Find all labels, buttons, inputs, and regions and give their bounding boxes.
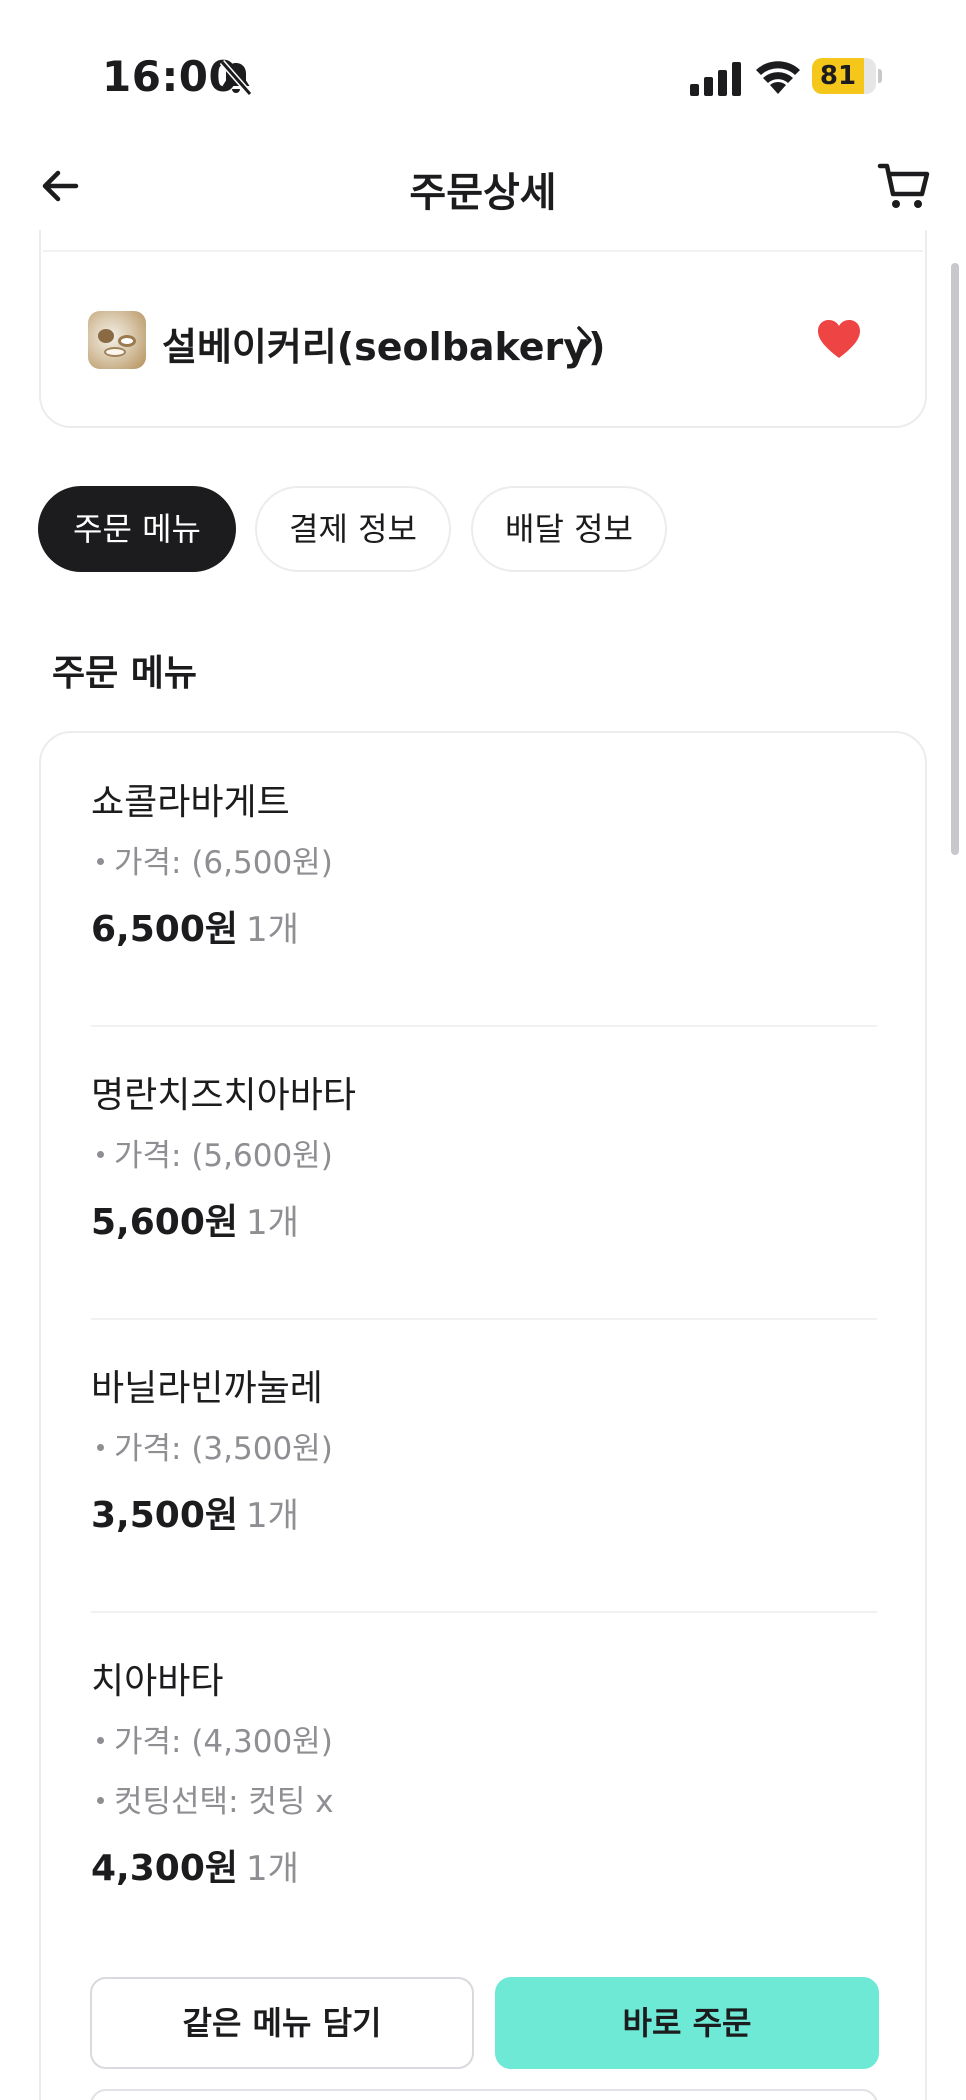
battery-icon: 81 [812,58,882,94]
item-name: 바닐라빈까눌레 [91,1368,323,1409]
list-item: 명란치즈치아바타 가격: (5,600원) 5,600원 1개 [91,1066,877,1258]
item-price: 6,500원 [91,909,238,950]
page-title: 주문상세 [409,170,557,216]
item-price: 3,500원 [91,1495,238,1536]
item-price-row: 3,500원 1개 [91,1481,877,1551]
status-bar: 16:00 81 [0,0,966,150]
chevron-right-icon[interactable] [574,322,596,358]
heart-icon[interactable] [816,318,862,360]
item-quantity: 1개 [246,1203,299,1243]
divider [91,1318,877,1320]
item-quantity: 1개 [246,1496,299,1536]
item-name: 명란치즈치아바타 [91,1075,356,1116]
item-name: 치아바타 [91,1661,224,1702]
tab-payment-info[interactable]: 결제 정보 [255,486,451,572]
item-price-row: 5,600원 1개 [91,1188,877,1258]
nav-bar: 주문상세 [0,150,966,240]
item-quantity: 1개 [246,910,299,950]
battery-cap [878,69,882,83]
scrollbar[interactable] [951,263,959,855]
add-same-menu-button[interactable]: 같은 메뉴 담기 [90,1977,474,2069]
item-option: 가격: (5,600원) [91,1126,877,1186]
wifi-icon [756,61,800,94]
item-option: 컷팅선택: 컷팅 x [91,1772,877,1832]
battery-body: 81 [812,58,876,94]
list-item: 쇼콜라바게트 가격: (6,500원) 6,500원 1개 [91,773,877,965]
next-button[interactable] [90,2089,878,2100]
divider [91,1611,877,1613]
item-name: 쇼콜라바게트 [91,782,290,823]
battery-level: 81 [819,61,857,91]
store-name-link[interactable]: 설베이커리(seolbakery) [162,316,605,371]
item-quantity: 1개 [246,1849,299,1889]
item-option: 가격: (4,300원) [91,1712,877,1772]
item-price: 5,600원 [91,1202,238,1243]
cellular-signal-icon [690,62,741,96]
list-item: 치아바타 가격: (4,300원) 컷팅선택: 컷팅 x 4,300원 1개 [91,1652,877,1904]
item-price: 4,300원 [91,1848,238,1889]
list-item: 바닐라빈까눌레 가격: (3,500원) 3,500원 1개 [91,1359,877,1551]
divider [43,250,923,252]
section-title: 주문 메뉴 [52,653,198,694]
item-option: 가격: (3,500원) [91,1419,877,1479]
tab-order-menu[interactable]: 주문 메뉴 [38,486,236,572]
divider [91,1025,877,1027]
bell-slash-icon [219,60,253,96]
tab-delivery-info[interactable]: 배달 정보 [471,486,667,572]
cart-icon[interactable] [876,158,932,214]
item-price-row: 6,500원 1개 [91,895,877,965]
store-logo [88,311,146,369]
order-now-button[interactable]: 바로 주문 [495,1977,879,2069]
order-menu-card: 쇼콜라바게트 가격: (6,500원) 6,500원 1개 명란치즈치아바타 가격… [39,731,927,2100]
item-option: 가격: (6,500원) [91,833,877,893]
item-price-row: 4,300원 1개 [91,1834,877,1904]
